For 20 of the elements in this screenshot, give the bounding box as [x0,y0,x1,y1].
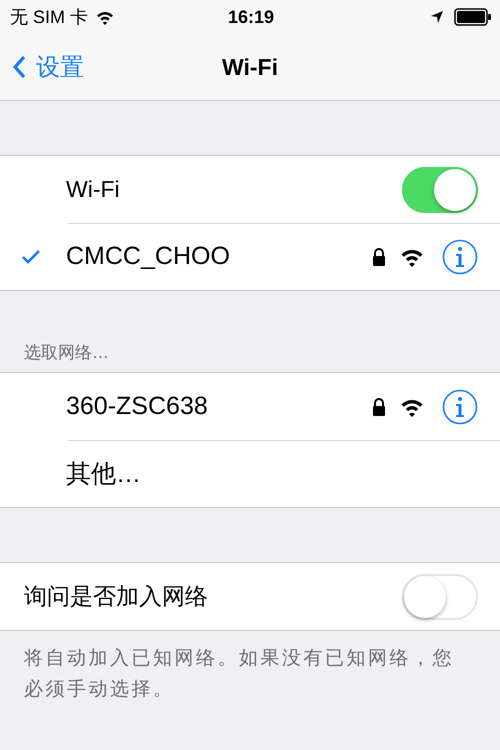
network-name: CMCC_CHOO [66,242,231,271]
section-header: 选取网络… [23,342,110,364]
back-button[interactable]: 设置 [0,51,84,83]
info-icon [442,238,478,274]
network-name: 360-ZSC638 [66,392,209,421]
setting-label: 询问是否加入网络 [24,582,209,611]
location-arrow-icon [430,10,444,24]
setting-label: Wi-Fi [66,176,121,203]
other-network-item[interactable]: 其他… [66,457,478,490]
back-chevron-icon [12,55,26,79]
wifi-signal-icon [96,9,114,25]
toggle-switch[interactable] [402,166,478,212]
status-time: 16:19 [228,6,274,28]
battery-icon [454,8,492,26]
info-button[interactable] [442,238,478,274]
info-icon [442,388,478,424]
info-button[interactable] [442,388,478,424]
footer-note: 将自动加入已知网络。如果没有已知网络，您必须手动选择。 [23,647,455,702]
page-title: Wi-Fi [222,54,278,80]
carrier-name: 无 SIM 卡 [10,6,88,29]
